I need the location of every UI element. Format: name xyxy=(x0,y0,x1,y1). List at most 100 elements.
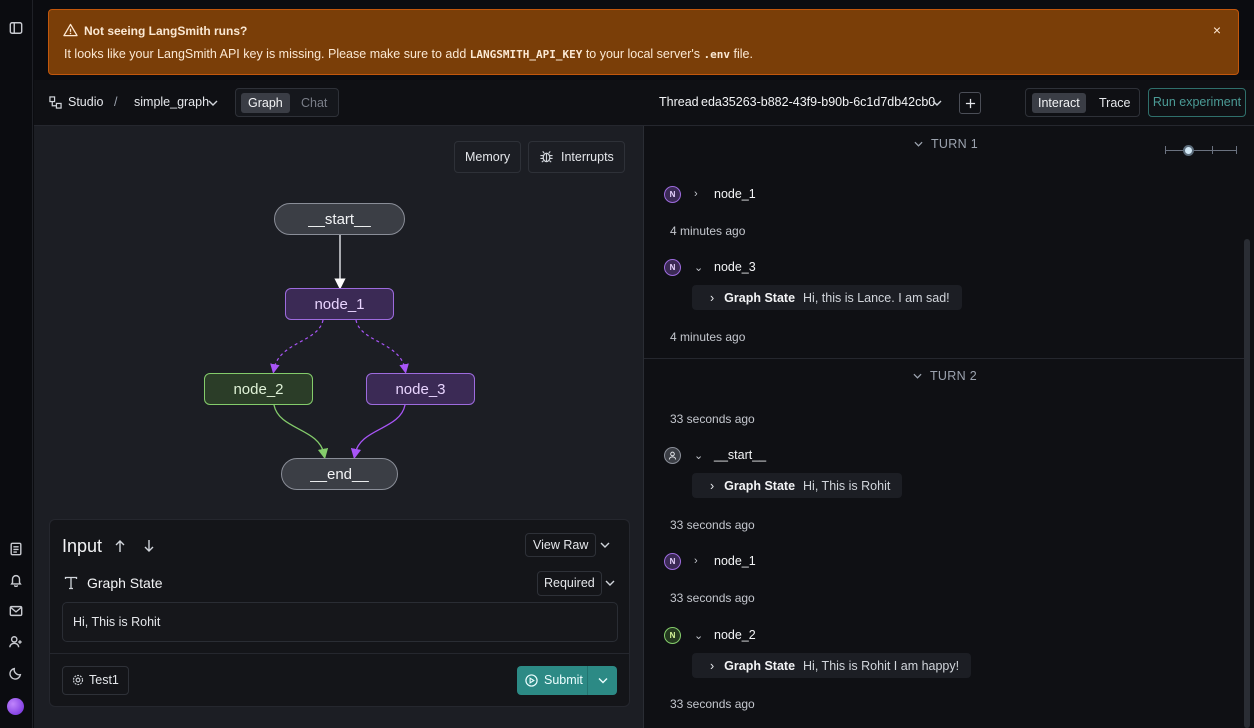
docs-icon[interactable] xyxy=(8,541,24,557)
banner-message: It looks like your LangSmith API key is … xyxy=(64,47,753,61)
entry-name: node_1 xyxy=(714,554,756,568)
thread-feed: TURN 1 N › node_1 4 minutes ago N ⌄ node… xyxy=(644,126,1254,728)
avatar[interactable] xyxy=(7,698,24,715)
chevron-right-icon: › xyxy=(710,478,715,493)
timestamp: 4 minutes ago xyxy=(670,330,746,344)
arrow-down-icon[interactable] xyxy=(143,539,155,553)
timestamp: 4 minutes ago xyxy=(670,224,746,238)
turn-2-header[interactable]: TURN 2 xyxy=(913,369,977,383)
banner-message-text-2: to your local server's xyxy=(582,47,704,61)
graph-state-key: Graph State xyxy=(724,478,796,493)
zoom-slider[interactable] xyxy=(1165,145,1237,156)
input-footer: Test1 Submit xyxy=(50,653,629,707)
add-user-icon[interactable] xyxy=(8,634,24,650)
node-node-2[interactable]: node_2 xyxy=(204,373,313,405)
node-start[interactable]: __start__ xyxy=(274,203,405,235)
sidebar-toggle-icon[interactable] xyxy=(8,20,24,36)
turn-2-label: TURN 2 xyxy=(930,369,977,383)
chevron-down-icon: ⌄ xyxy=(694,261,704,274)
tab-interact[interactable]: Interact xyxy=(1032,93,1086,113)
chevron-down-icon xyxy=(598,678,607,684)
graph-state-value: Hi, this is Lance. I am sad! xyxy=(803,290,950,305)
graph-state-label: Graph State xyxy=(87,575,163,591)
chevron-down-icon[interactable] xyxy=(932,99,942,107)
edge-node2-end xyxy=(273,404,329,460)
scrollbar[interactable] xyxy=(1244,239,1250,728)
entry-node-2[interactable]: N ⌄ node_2 xyxy=(664,626,756,644)
config-label: Test1 xyxy=(89,673,119,687)
zoom-slider-thumb[interactable] xyxy=(1183,145,1194,156)
required-badge: Required xyxy=(537,571,602,596)
close-banner-button[interactable]: × xyxy=(1210,23,1224,37)
thread-label: Thread xyxy=(659,95,699,109)
node-badge: N xyxy=(664,185,681,203)
entry-node-1[interactable]: N › node_1 xyxy=(664,185,756,203)
config-button[interactable]: Test1 xyxy=(62,666,129,695)
node-badge: N xyxy=(664,552,681,570)
edge-node3-end xyxy=(350,404,406,460)
graph-state-row[interactable]: › Graph State Hi, This is Rohit I am hap… xyxy=(692,653,972,678)
entry-start[interactable]: ⌄ __start__ xyxy=(664,446,766,464)
user-badge-icon xyxy=(664,446,681,464)
turn-divider xyxy=(644,358,1244,359)
input-title: Input xyxy=(62,536,103,556)
thread-pane: Thread eda35263-b882-43f9-b90b-6c1d7db42… xyxy=(644,80,1254,728)
graph-state-row[interactable]: › Graph State Hi, This is Rohit xyxy=(692,473,903,498)
run-experiment-button[interactable]: Run experiment xyxy=(1148,88,1246,117)
notifications-icon[interactable] xyxy=(8,572,24,588)
chevron-down-icon: ⌄ xyxy=(694,449,704,462)
entry-name: node_2 xyxy=(714,628,756,642)
turn-1-label: TURN 1 xyxy=(931,137,978,151)
play-icon xyxy=(525,674,538,687)
api-key-warning-banner: Not seeing LangSmith runs? It looks like… xyxy=(48,9,1239,75)
left-rail xyxy=(0,0,33,728)
edge-node1-node2 xyxy=(270,319,324,374)
graph-state-row[interactable]: › Graph State Hi, this is Lance. I am sa… xyxy=(692,285,962,310)
node-node-1[interactable]: node_1 xyxy=(285,288,394,320)
chevron-down-icon: ⌄ xyxy=(694,629,704,642)
timestamp: 33 seconds ago xyxy=(670,412,755,426)
plus-icon xyxy=(965,98,975,108)
text-type-icon xyxy=(64,576,78,590)
gear-icon xyxy=(72,674,84,686)
turn-1-header[interactable]: TURN 1 xyxy=(914,137,978,151)
timestamp: 33 seconds ago xyxy=(670,518,755,532)
input-panel: Input View Raw Graph State Required Hi, … xyxy=(49,519,630,707)
submit-options-button[interactable] xyxy=(588,666,617,695)
banner-message-text-3: file. xyxy=(730,47,753,61)
chevron-right-icon: › xyxy=(710,290,715,305)
chevron-right-icon: › xyxy=(710,658,715,673)
arrow-up-icon[interactable] xyxy=(114,539,126,553)
node-badge: N xyxy=(664,258,681,276)
new-thread-button[interactable] xyxy=(959,92,981,114)
chevron-right-icon: › xyxy=(694,188,698,200)
banner-code-env-file: .env xyxy=(703,48,731,61)
entry-node-3[interactable]: N ⌄ node_3 xyxy=(664,258,756,276)
node-badge: N xyxy=(664,626,681,644)
graph-pane: Studio / simple_graph Graph Chat Memory … xyxy=(34,80,644,728)
mail-icon[interactable] xyxy=(8,603,24,619)
chevron-right-icon: › xyxy=(694,555,698,567)
tab-trace[interactable]: Trace xyxy=(1093,93,1137,113)
node-node-3[interactable]: node_3 xyxy=(366,373,475,405)
banner-title: Not seeing LangSmith runs? xyxy=(84,24,248,38)
graph-state-input[interactable]: Hi, This is Rohit xyxy=(62,602,618,642)
entry-node-1[interactable]: N › node_1 xyxy=(664,552,756,570)
dark-mode-icon[interactable] xyxy=(8,665,24,681)
graph-state-key: Graph State xyxy=(724,658,796,673)
banner-message-text: It looks like your LangSmith API key is … xyxy=(64,47,470,61)
timestamp: 33 seconds ago xyxy=(670,591,755,605)
view-raw-button[interactable]: View Raw xyxy=(525,533,597,557)
banner-code-env-var: LANGSMITH_API_KEY xyxy=(469,48,583,61)
edge-node1-node3 xyxy=(355,319,409,374)
graph-state-key: Graph State xyxy=(724,290,796,305)
node-end[interactable]: __end__ xyxy=(281,458,398,490)
chevron-down-icon[interactable] xyxy=(605,579,615,587)
thread-selector[interactable]: eda35263-b882-43f9-b90b-6c1d7db42cb0 xyxy=(701,95,935,109)
chevron-down-icon[interactable] xyxy=(600,541,610,549)
mode-toggle: Interact Trace xyxy=(1025,88,1140,117)
submit-button-group: Submit xyxy=(517,666,617,695)
submit-button[interactable]: Submit xyxy=(525,666,583,695)
chevron-down-icon xyxy=(914,141,923,147)
submit-label: Submit xyxy=(544,673,583,687)
